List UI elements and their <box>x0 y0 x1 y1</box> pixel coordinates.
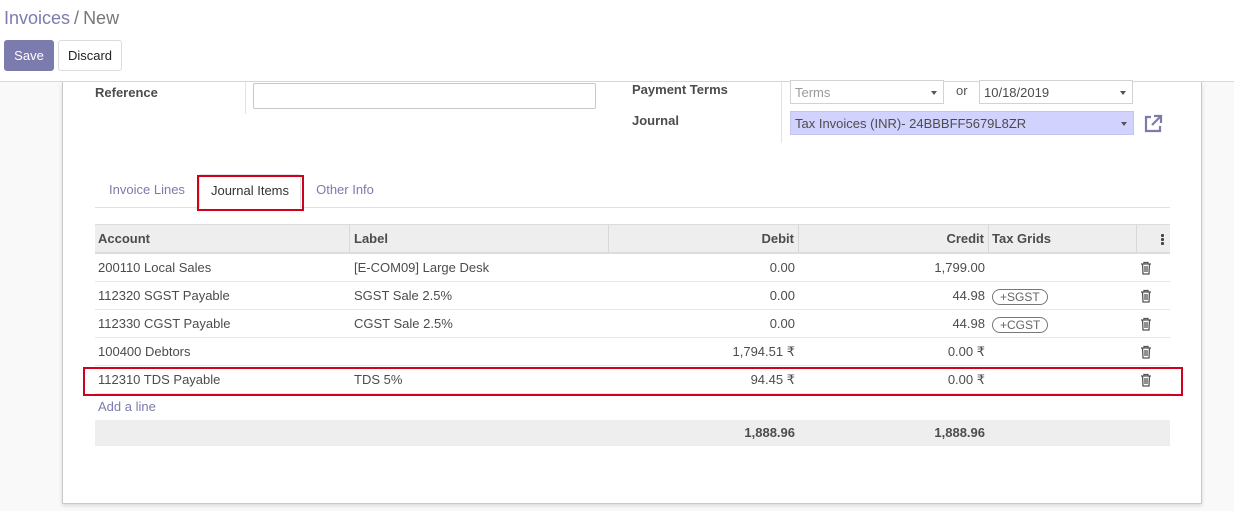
table-row[interactable]: 112330 CGST Payable CGST Sale 2.5% 0.00 … <box>95 310 1170 338</box>
total-debit: 1,888.96 <box>744 425 795 440</box>
save-button[interactable]: Save <box>4 40 54 71</box>
journal-label: Journal <box>632 113 679 128</box>
table-header: Account Label Debit Credit Tax Grids <box>95 224 1170 254</box>
kebab-icon[interactable] <box>1161 234 1164 246</box>
row-label: [E-COM09] Large Desk <box>354 260 490 275</box>
tax-grid-tag: +SGST <box>992 288 1048 305</box>
external-link-icon[interactable] <box>1142 113 1164 135</box>
row-account: 112320 SGST Payable <box>98 288 230 303</box>
breadcrumb-separator: / <box>74 8 80 28</box>
discard-button[interactable]: Discard <box>58 40 122 71</box>
chevron-down-icon <box>931 91 937 95</box>
breadcrumb: Invoices / New <box>4 8 119 29</box>
journal-select[interactable]: Tax Invoices (INR)- 24BBBFF5679L8ZR <box>790 111 1134 135</box>
row-label: TDS 5% <box>354 372 403 387</box>
or-label: or <box>956 83 968 98</box>
breadcrumb-invoices-link[interactable]: Invoices <box>4 8 70 28</box>
add-line-row: Add a line <box>95 394 1170 420</box>
control-panel: Invoices / New Save Discard <box>0 0 1234 82</box>
chevron-down-icon <box>1120 91 1126 95</box>
row-account: 112310 TDS Payable <box>98 372 221 387</box>
due-date-input[interactable]: 10/18/2019 <box>979 80 1133 104</box>
notebook-tabs: Invoice Lines Journal Items Other Info <box>95 174 1170 208</box>
row-debit: 0.00 <box>769 260 795 275</box>
column-header-tax-grids[interactable]: Tax Grids <box>989 225 1137 252</box>
row-account: 100400 Debtors <box>98 344 191 359</box>
row-credit: 0.00 ₹ <box>947 344 985 359</box>
payment-terms-label: Payment Terms <box>632 82 728 97</box>
row-debit: 0.00 <box>769 316 795 331</box>
row-credit: 44.98 <box>952 316 985 331</box>
column-header-debit[interactable]: Debit <box>609 225 799 252</box>
row-debit: 0.00 <box>769 288 795 303</box>
column-header-label[interactable]: Label <box>350 225 609 252</box>
table-row[interactable]: 200110 Local Sales [E-COM09] Large Desk … <box>95 254 1170 282</box>
trash-icon[interactable] <box>1140 289 1152 303</box>
totals-row: 1,888.96 1,888.96 <box>95 420 1170 446</box>
field-divider <box>781 82 782 143</box>
row-tax-grid: +SGST <box>989 282 1137 309</box>
row-credit: 0.00 ₹ <box>947 372 985 387</box>
tab-journal-items[interactable]: Journal Items <box>199 174 301 208</box>
column-header-account[interactable]: Account <box>95 225 350 252</box>
tab-other-info[interactable]: Other Info <box>305 174 385 208</box>
breadcrumb-current: New <box>83 8 120 28</box>
payment-terms-select[interactable]: Terms <box>790 80 944 104</box>
column-header-credit[interactable]: Credit <box>799 225 989 252</box>
total-credit: 1,888.96 <box>934 425 985 440</box>
row-account: 112330 CGST Payable <box>98 316 231 331</box>
due-date-value: 10/18/2019 <box>984 85 1050 100</box>
tab-invoice-lines[interactable]: Invoice Lines <box>99 174 195 208</box>
table-row[interactable]: 100400 Debtors 1,794.51 ₹ 0.00 ₹ <box>95 338 1170 366</box>
form-sheet: Reference Payment Terms Journal Terms or… <box>62 80 1202 504</box>
row-label: CGST Sale 2.5% <box>354 316 453 331</box>
chevron-down-icon <box>1121 122 1127 126</box>
journal-value: Tax Invoices (INR)- 24BBBFF5679L8ZR <box>795 116 1027 131</box>
add-line-link[interactable]: Add a line <box>98 399 156 414</box>
table-row[interactable]: 112320 SGST Payable SGST Sale 2.5% 0.00 … <box>95 282 1170 310</box>
row-credit: 44.98 <box>952 288 985 303</box>
row-label <box>350 338 609 365</box>
journal-items-table: Account Label Debit Credit Tax Grids 200… <box>95 224 1170 446</box>
row-account: 200110 Local Sales <box>98 260 212 275</box>
row-debit: 94.45 ₹ <box>750 372 795 387</box>
row-label: SGST Sale 2.5% <box>354 288 453 303</box>
payment-terms-placeholder: Terms <box>795 85 831 100</box>
column-options[interactable] <box>1137 225 1170 252</box>
field-divider <box>245 82 246 114</box>
table-row[interactable]: 112310 TDS Payable TDS 5% 94.45 ₹ 0.00 ₹ <box>95 366 1170 394</box>
trash-icon[interactable] <box>1140 373 1152 387</box>
trash-icon[interactable] <box>1140 345 1152 359</box>
tax-grid-tag: +CGST <box>992 316 1049 333</box>
row-credit: 1,799.00 <box>934 260 985 275</box>
reference-input[interactable] <box>253 83 596 109</box>
row-debit: 1,794.51 ₹ <box>732 344 796 359</box>
trash-icon[interactable] <box>1140 317 1152 331</box>
row-tax-grid: +CGST <box>989 310 1137 337</box>
reference-label: Reference <box>95 85 158 100</box>
trash-icon[interactable] <box>1140 261 1152 275</box>
